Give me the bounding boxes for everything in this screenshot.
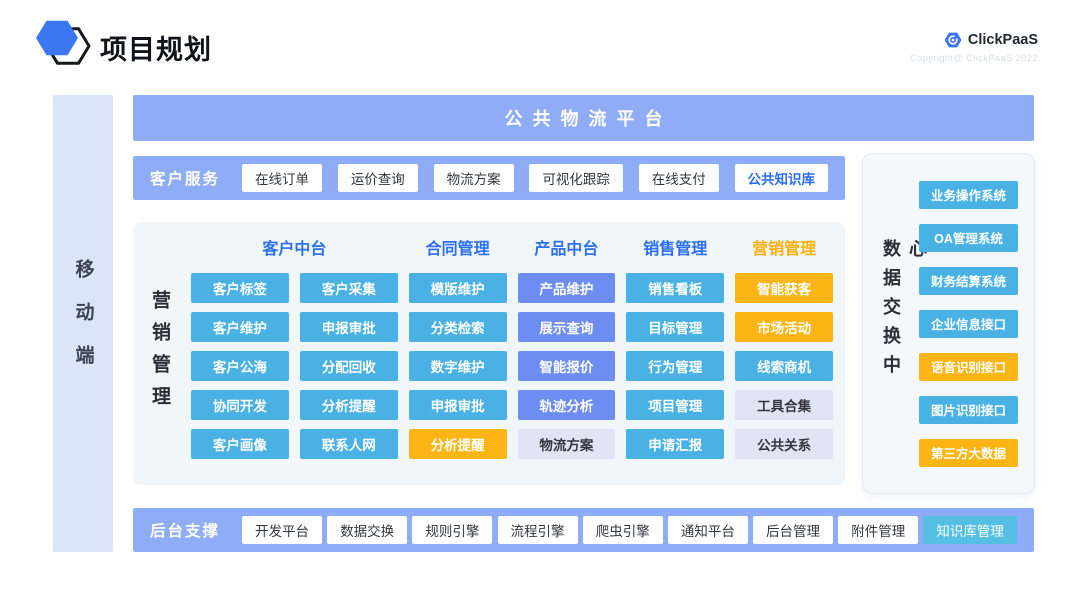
module-cell[interactable]: 智能报价 <box>518 351 616 381</box>
module-cell[interactable]: 销售看板 <box>626 273 724 303</box>
module-cell[interactable]: 模版维护 <box>409 273 507 303</box>
backend-support-chip[interactable]: 知识库管理 <box>923 516 1017 544</box>
column-header: 客户中台 <box>191 230 398 264</box>
marketing-side-label: 营销管理 <box>146 290 173 418</box>
module-cell[interactable]: 客户公海 <box>191 351 289 381</box>
marketing-panel: 营销管理 客户中台 合同管理 产品中台 销售管理 营销管理 客户标签 <box>133 222 845 485</box>
module-cell[interactable]: 轨迹分析 <box>518 390 616 420</box>
customer-service-chip[interactable]: 公共知识库 <box>735 164 829 192</box>
backend-support-chip[interactable]: 后台管理 <box>753 516 833 544</box>
data-exchange-item[interactable]: OA管理系统 <box>919 224 1018 252</box>
column-header: 销售管理 <box>626 230 724 264</box>
customer-service-label: 客户服务 <box>150 167 220 189</box>
data-exchange-item[interactable]: 企业信息接口 <box>919 310 1018 338</box>
module-cell[interactable]: 客户画像 <box>191 429 289 459</box>
customer-service-chip[interactable]: 在线支付 <box>639 164 719 192</box>
module-cell[interactable]: 产品维护 <box>518 273 616 303</box>
module-cell[interactable]: 申请汇报 <box>626 429 724 459</box>
module-cell[interactable]: 展示查询 <box>518 312 616 342</box>
customer-service-chip[interactable]: 物流方案 <box>434 164 514 192</box>
brand-block: ClickPaaS Copyright@ ClickPaaS 2022 <box>910 30 1038 64</box>
backend-support-chip[interactable]: 开发平台 <box>242 516 322 544</box>
module-cell[interactable]: 项目管理 <box>626 390 724 420</box>
module-cell[interactable]: 协同开发 <box>191 390 289 420</box>
page-title: 项目规划 <box>100 28 212 67</box>
backend-support-bar: 后台支撑 开发平台 数据交换 规则引擎 流程引擎 爬虫引擎 通知平台 后台管理 … <box>133 508 1034 552</box>
module-cell[interactable]: 数字维护 <box>409 351 507 381</box>
platform-banner: 公共物流平台 <box>133 95 1034 141</box>
module-cell[interactable]: 申报审批 <box>409 390 507 420</box>
module-cell[interactable]: 客户维护 <box>191 312 289 342</box>
module-cell[interactable]: 联系人网 <box>300 429 398 459</box>
module-cell[interactable]: 线索商机 <box>735 351 833 381</box>
module-cell[interactable]: 公共关系 <box>735 429 833 459</box>
backend-support-chip[interactable]: 规则引擎 <box>412 516 492 544</box>
backend-support-chip[interactable]: 通知平台 <box>668 516 748 544</box>
module-cell[interactable]: 目标管理 <box>626 312 724 342</box>
data-exchange-item[interactable]: 第三方大数据 <box>919 439 1018 467</box>
clickpaas-logo-icon <box>943 30 963 50</box>
brand-name: ClickPaaS <box>968 32 1038 48</box>
customer-service-items: 在线订单 运价查询 物流方案 可视化跟踪 在线支付 公共知识库 <box>242 164 828 192</box>
customer-service-chip[interactable]: 在线订单 <box>242 164 322 192</box>
data-exchange-panel: 数据交换中心 业务操作系统 OA管理系统 财务结算系统 企业信息接口 语音识别接… <box>862 153 1035 494</box>
data-exchange-item[interactable]: 图片识别接口 <box>919 396 1018 424</box>
backend-support-items: 开发平台 数据交换 规则引擎 流程引擎 爬虫引擎 通知平台 后台管理 附件管理 … <box>242 516 1017 544</box>
module-cell[interactable]: 物流方案 <box>518 429 616 459</box>
project-planning-page: 项目规划 ClickPaaS Copyright@ ClickPaaS 2022… <box>0 0 1080 608</box>
backend-support-chip[interactable]: 爬虫引擎 <box>583 516 663 544</box>
mobile-side-bar: 移动端 <box>53 95 113 552</box>
data-exchange-items: 业务操作系统 OA管理系统 财务结算系统 企业信息接口 语音识别接口 图片识别接… <box>919 154 1018 493</box>
backend-support-label: 后台支撑 <box>150 519 220 541</box>
customer-service-bar: 客户服务 在线订单 运价查询 物流方案 可视化跟踪 在线支付 公共知识库 <box>133 156 845 200</box>
backend-support-chip[interactable]: 流程引擎 <box>498 516 578 544</box>
backend-support-chip[interactable]: 附件管理 <box>838 516 918 544</box>
customer-service-chip[interactable]: 运价查询 <box>338 164 418 192</box>
module-cell[interactable]: 行为管理 <box>626 351 724 381</box>
module-cell[interactable]: 分类检索 <box>409 312 507 342</box>
marketing-grid: 客户中台 合同管理 产品中台 销售管理 营销管理 客户标签 客户采集 模版维护 <box>191 230 833 473</box>
module-cell[interactable]: 客户采集 <box>300 273 398 303</box>
module-cell[interactable]: 分析提醒 <box>409 429 507 459</box>
column-header: 产品中台 <box>518 230 616 264</box>
column-header: 合同管理 <box>409 230 507 264</box>
customer-service-chip[interactable]: 可视化跟踪 <box>529 164 623 192</box>
data-exchange-item[interactable]: 语音识别接口 <box>919 353 1018 381</box>
module-cell[interactable]: 客户标签 <box>191 273 289 303</box>
data-exchange-item[interactable]: 业务操作系统 <box>919 181 1018 209</box>
hexagon-logo-icon <box>36 18 92 70</box>
data-exchange-item[interactable]: 财务结算系统 <box>919 267 1018 295</box>
column-header: 营销管理 <box>735 230 833 264</box>
module-cell[interactable]: 智能获客 <box>735 273 833 303</box>
backend-support-chip[interactable]: 数据交换 <box>327 516 407 544</box>
module-cell[interactable]: 申报审批 <box>300 312 398 342</box>
module-cell[interactable]: 分配回收 <box>300 351 398 381</box>
module-cell[interactable]: 市场活动 <box>735 312 833 342</box>
copyright-text: Copyright@ ClickPaaS 2022 <box>910 53 1038 64</box>
module-cell[interactable]: 工具合集 <box>735 390 833 420</box>
module-cell[interactable]: 分析提醒 <box>300 390 398 420</box>
